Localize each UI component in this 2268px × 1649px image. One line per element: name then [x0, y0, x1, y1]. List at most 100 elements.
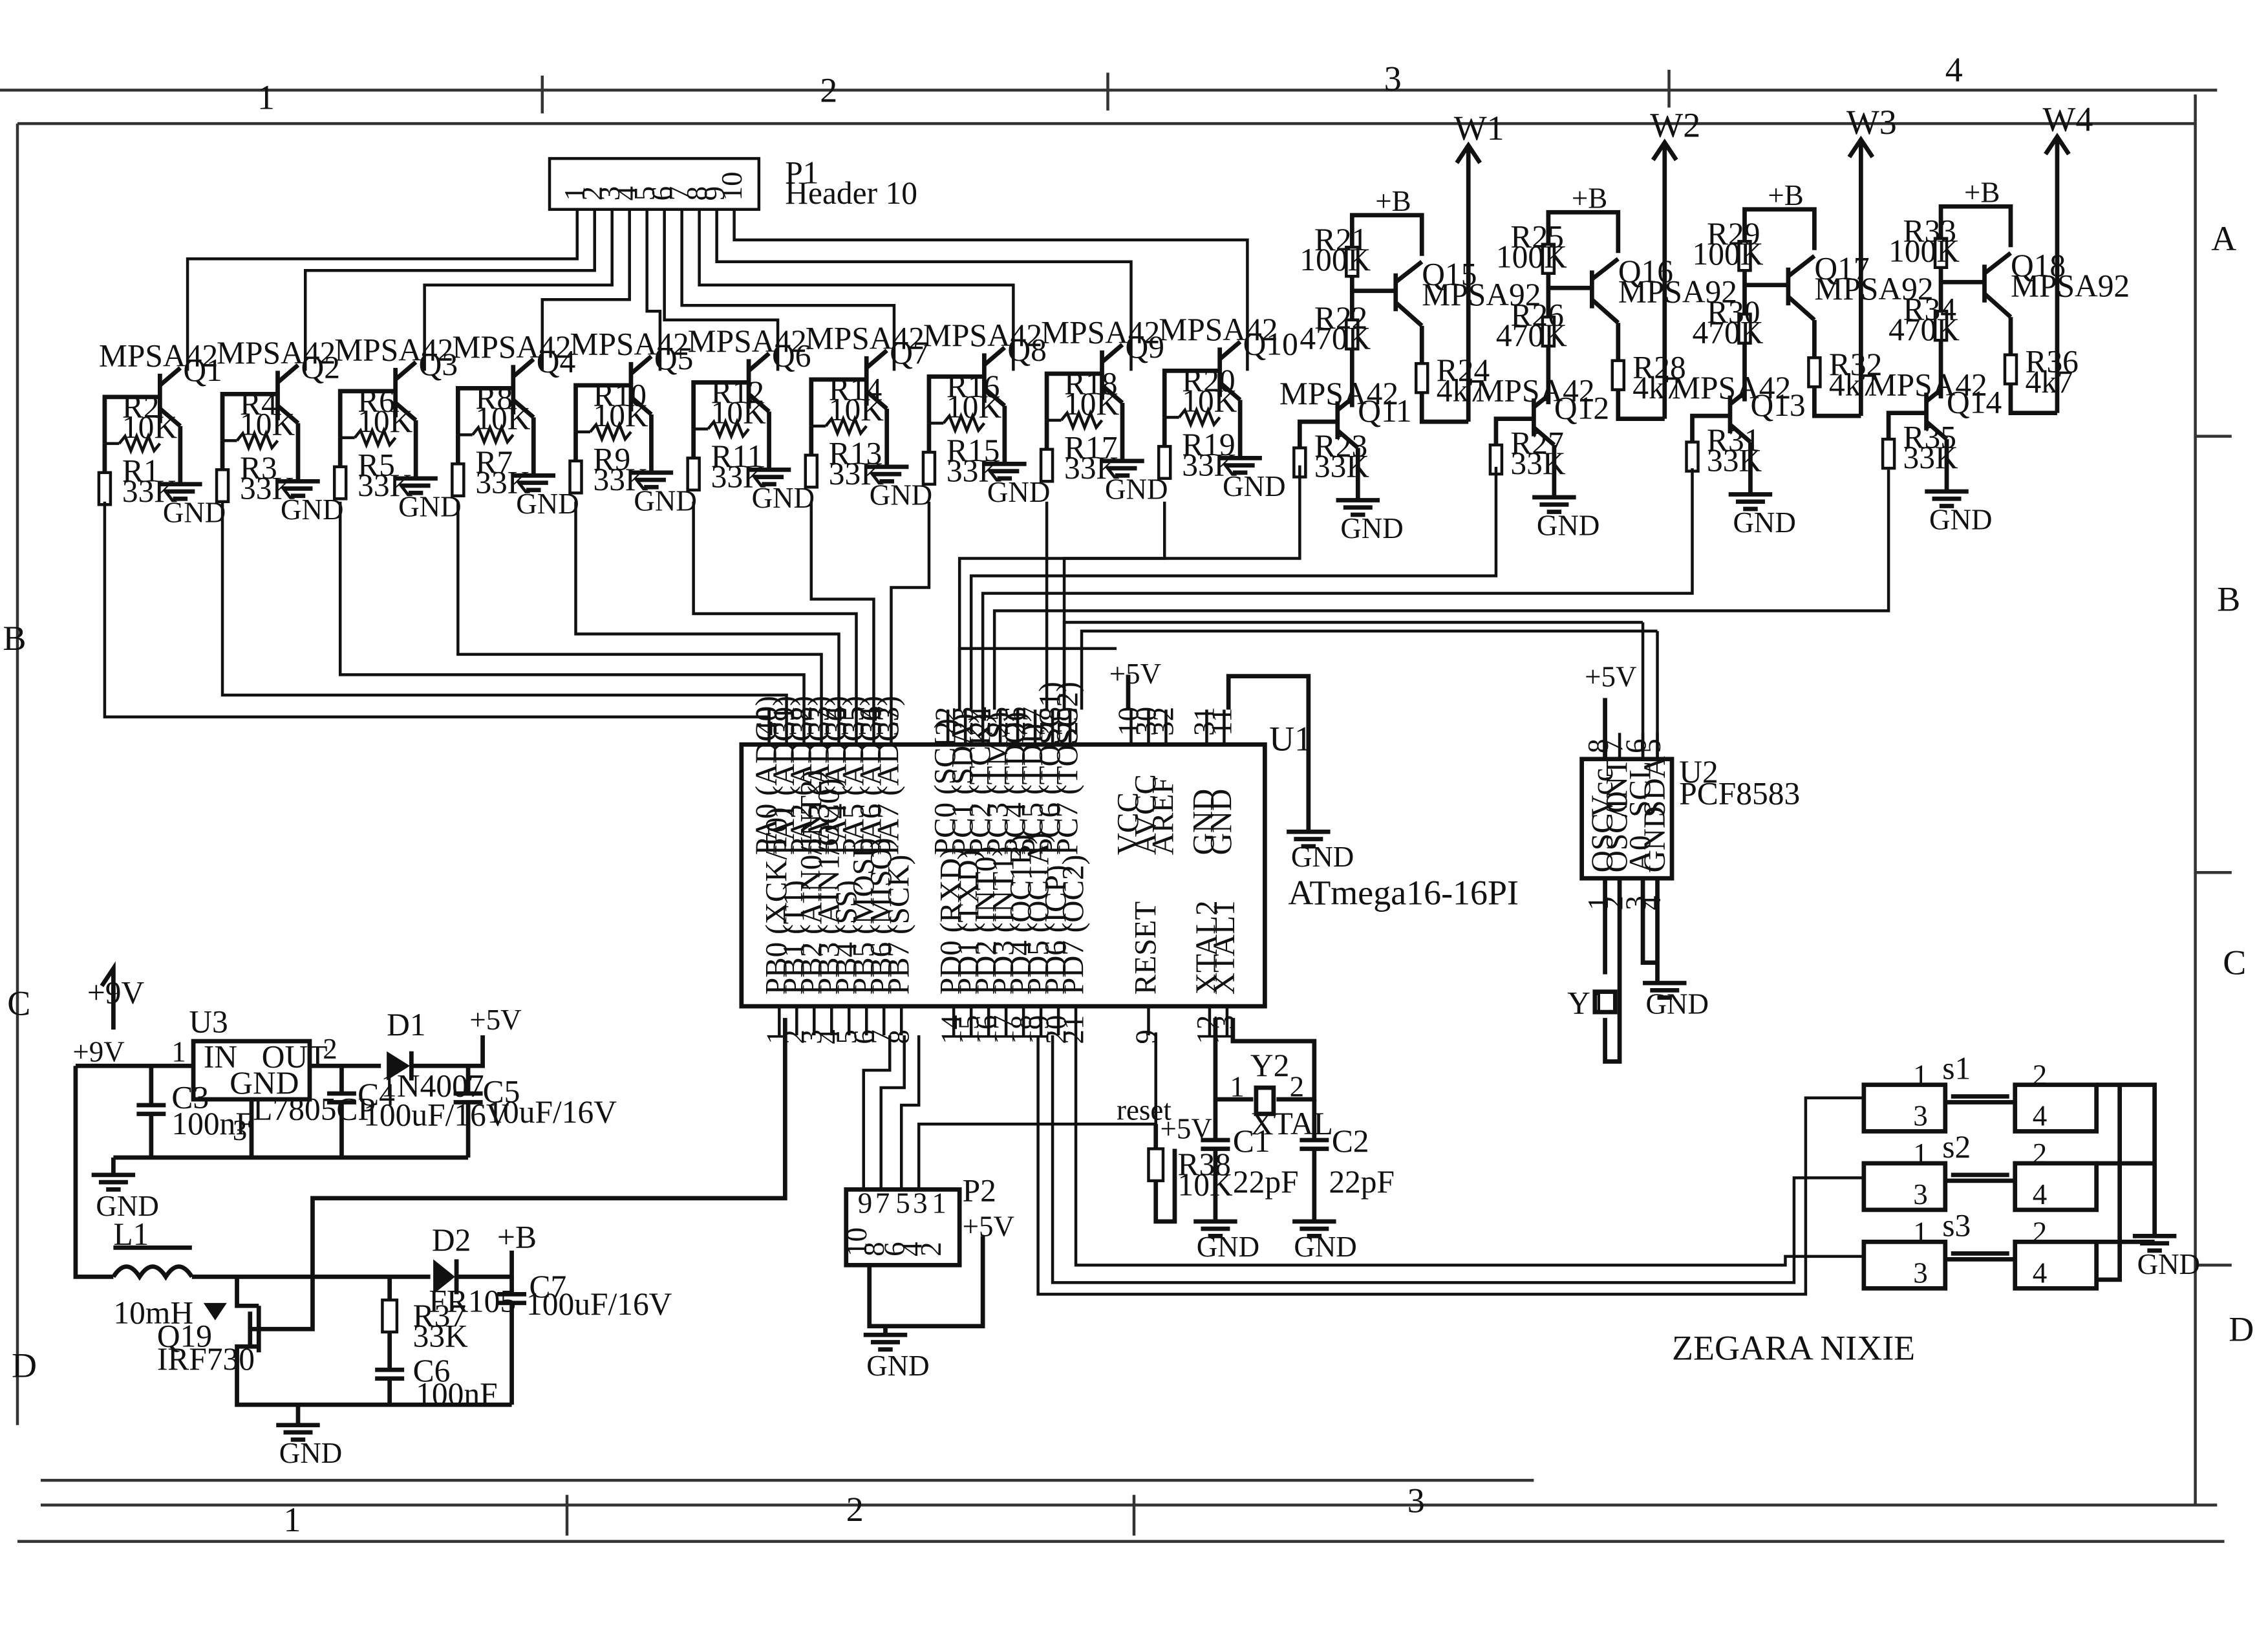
- zone-bottom-1: 1: [284, 1500, 301, 1539]
- driver-q4: MPSA42Q4R810KR733KGND: [451, 329, 579, 520]
- r37-value: 33K: [413, 1318, 468, 1353]
- driver-q9: MPSA42Q9R1810KR1733KGND: [1039, 315, 1168, 505]
- switch-pin-3: 3: [1913, 1099, 1927, 1132]
- zone-top-3: 3: [1384, 59, 1402, 98]
- zone-top-1: 1: [257, 78, 275, 117]
- header-p1-value: Header 10: [785, 175, 917, 211]
- anode-gnd-label: GND: [1340, 512, 1403, 544]
- switch-s1: s1 1 2 3 4: [1861, 1051, 2099, 1134]
- driver-q8: MPSA42Q8R1610KR1533KGND: [921, 318, 1050, 508]
- switch-ref: s1: [1942, 1051, 1971, 1086]
- mcu-gnd: GND: [1226, 674, 1354, 873]
- mcu-pin-num: 32: [1148, 707, 1180, 736]
- zone-left-c: C: [7, 984, 30, 1023]
- switch-pin-2: 2: [2033, 1137, 2047, 1170]
- isp-pin-top: 5: [895, 1187, 910, 1219]
- mcu-u1: U1 ATmega16-16PI 40PA0 (ADC0)39PA1 (ADC1…: [739, 658, 1519, 1044]
- zone-right-d: D: [2229, 1310, 2254, 1348]
- isp-pin-bottom: 2: [915, 1242, 947, 1256]
- anode-supply: +B: [1768, 179, 1803, 211]
- anode-rtop-value: 100K: [1300, 242, 1371, 277]
- switch-s3: s3 1 2 3 4: [1861, 1207, 2099, 1291]
- driver-ref: Q10: [1243, 327, 1298, 362]
- xtal-pin-2: 2: [1290, 1071, 1304, 1103]
- switch-pin-1: 1: [1913, 1216, 1927, 1248]
- anode-out-label: W3: [1846, 103, 1897, 142]
- rtc-pin-num: 4: [1634, 896, 1667, 910]
- anode-w4: W4+BR33100K Q18MPSA92R34470KR364k7MPSA42Q…: [1868, 100, 2130, 535]
- header-p1: P1 Header 10 12345678910: [548, 155, 917, 211]
- zone-top-2: 2: [820, 70, 837, 109]
- anode-rtop-value: 100K: [1693, 236, 1764, 272]
- driver-rb-value: 10K: [1064, 386, 1119, 422]
- anode-qhi-part: MPSA92: [2011, 268, 2130, 304]
- d1-ref: D1: [387, 1007, 425, 1042]
- isp-pin-top: 1: [932, 1187, 946, 1219]
- driver-rb-value: 10K: [475, 400, 530, 436]
- zone-left-d: D: [12, 1346, 37, 1385]
- anode-supply: +B: [1375, 185, 1411, 217]
- inductor-l1-icon: [111, 1264, 194, 1281]
- driver-rb-value: 10K: [122, 409, 177, 445]
- isp-supply: +5V: [963, 1210, 1014, 1242]
- mcu-part: ATmega16-16PI: [1288, 874, 1519, 912]
- anode-rlo-value: 33K: [1510, 446, 1565, 481]
- anode-out-label: W4: [2042, 100, 2093, 138]
- boost-gnd-label: GND: [279, 1437, 342, 1469]
- boost-out-label: +B: [497, 1219, 537, 1255]
- anode-rtop-value: 100K: [1888, 233, 1960, 269]
- switch-pin-2: 2: [2033, 1059, 2047, 1092]
- vin-net-label: +9V: [72, 1036, 124, 1068]
- xtal-pin-1: 1: [1230, 1071, 1244, 1103]
- switch-pin-1: 1: [1913, 1137, 1927, 1170]
- switch-pin-4: 4: [2033, 1256, 2047, 1289]
- anode-drivers: W1+BR21100K Q15MPSA92R22470KR244k7MPSA42Q…: [1279, 100, 2130, 544]
- driver-rb-value: 10K: [947, 389, 1001, 424]
- anode-qlo-ref: Q11: [1358, 393, 1411, 429]
- driver-rb-value: 10K: [1182, 383, 1237, 418]
- anode-supply: +B: [1964, 177, 2000, 209]
- zone-right-a: A: [2211, 219, 2236, 258]
- anode-rlo-value: 33K: [1707, 443, 1762, 479]
- zone-bottom-3: 3: [1407, 1482, 1425, 1520]
- driver-q3: MPSA42Q3R610KR533KGND: [332, 332, 462, 523]
- rtc-pin-num: 5: [1634, 738, 1667, 753]
- isp-ref: P2: [963, 1172, 996, 1208]
- mcu-ref: U1: [1269, 719, 1312, 758]
- reg-pin-2: 2: [323, 1033, 337, 1065]
- c5-value: 10uF/16V: [487, 1094, 617, 1130]
- isp-pin-top: 9: [858, 1187, 872, 1219]
- mcu-gnd-label: GND: [1291, 841, 1354, 873]
- d2-ref: D2: [432, 1222, 471, 1258]
- anode-supply: +B: [1572, 182, 1607, 215]
- mcu-pin-num: 8: [883, 1029, 915, 1044]
- driver-rb-value: 10K: [240, 406, 295, 442]
- zone-right-c: C: [2223, 943, 2246, 982]
- rtc-part: PCF8583: [1679, 776, 1800, 812]
- mcu-pin-reset: RESET: [1129, 901, 1163, 995]
- isp-pin-top: 7: [875, 1187, 890, 1219]
- vout-label: +5V: [469, 1004, 521, 1036]
- switch-pin-4: 4: [2033, 1099, 2047, 1132]
- c2-value: 22pF: [1329, 1164, 1395, 1200]
- anode-out-label: W2: [1650, 105, 1700, 144]
- driver-q5: MPSA42Q5R1010KR933KGND: [568, 327, 697, 517]
- anode-rmid-value: 470K: [1300, 321, 1371, 356]
- mcu-vcc-label: +5V: [1109, 658, 1161, 690]
- mcu-pin-pd7: PD7 (OC2): [1056, 855, 1090, 995]
- power-supply: +9V +9V IN OUT GND U3 L7805CP 1 2 3 D1 1…: [72, 961, 617, 1222]
- q19-part: IRF730: [157, 1341, 255, 1377]
- switch-ref: s3: [1942, 1207, 1971, 1243]
- anode-rmid-value: 470K: [1496, 318, 1567, 353]
- rtc-vcc-label: +5V: [1585, 660, 1636, 693]
- anode-rmid-value: 470K: [1888, 312, 1960, 347]
- rtc-gnd-label: GND: [1646, 987, 1709, 1020]
- switch-ref: s2: [1942, 1129, 1971, 1165]
- reg-pin-1: 1: [171, 1036, 186, 1068]
- xtal-ref: Y2: [1250, 1048, 1289, 1083]
- sheet-title: ZEGARA NIXIE: [1672, 1329, 1915, 1368]
- l1-ref: L1: [113, 1216, 149, 1252]
- mcu-pin-num: 21: [1057, 1015, 1089, 1044]
- driver-q7: MPSA42Q7R1410KR1333KGND: [804, 321, 932, 511]
- c3-value: 100nF: [171, 1106, 253, 1141]
